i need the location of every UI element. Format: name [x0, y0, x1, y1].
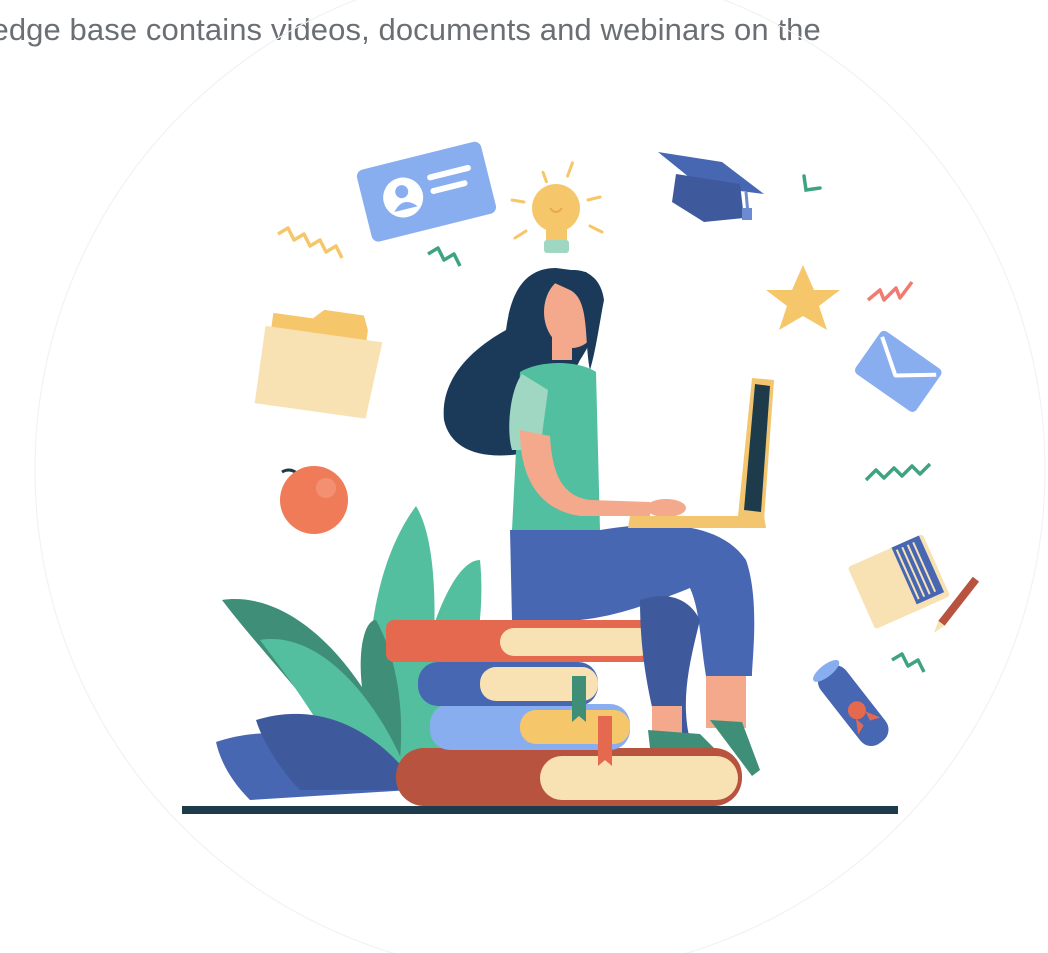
bookmark-red: [598, 716, 612, 766]
check-green-top: [802, 174, 822, 192]
star-icon: [766, 265, 840, 330]
envelope-icon: [854, 330, 942, 412]
laptop-base: [628, 516, 766, 528]
zigzag-green-bottom: [891, 652, 926, 673]
zigzag-green-right: [864, 462, 932, 482]
ground-line: [182, 806, 898, 814]
notepad-icon: [848, 534, 950, 629]
diploma-scroll-icon: [813, 659, 889, 747]
graduation-cap-icon: [658, 152, 764, 222]
learning-illustration: [34, 0, 1046, 953]
zigzag-green-left: [427, 246, 462, 267]
shoe-left: [648, 730, 714, 748]
zigzag-red: [866, 280, 914, 302]
apple-icon: [280, 466, 348, 534]
zigzag-orange: [277, 226, 344, 259]
id-card-icon: [356, 141, 497, 242]
page: wledge base contains videos, documents a…: [0, 0, 1048, 953]
folder-icon: [254, 309, 383, 419]
bookmark-green: [572, 676, 586, 722]
lightbulb-icon: [510, 161, 604, 253]
